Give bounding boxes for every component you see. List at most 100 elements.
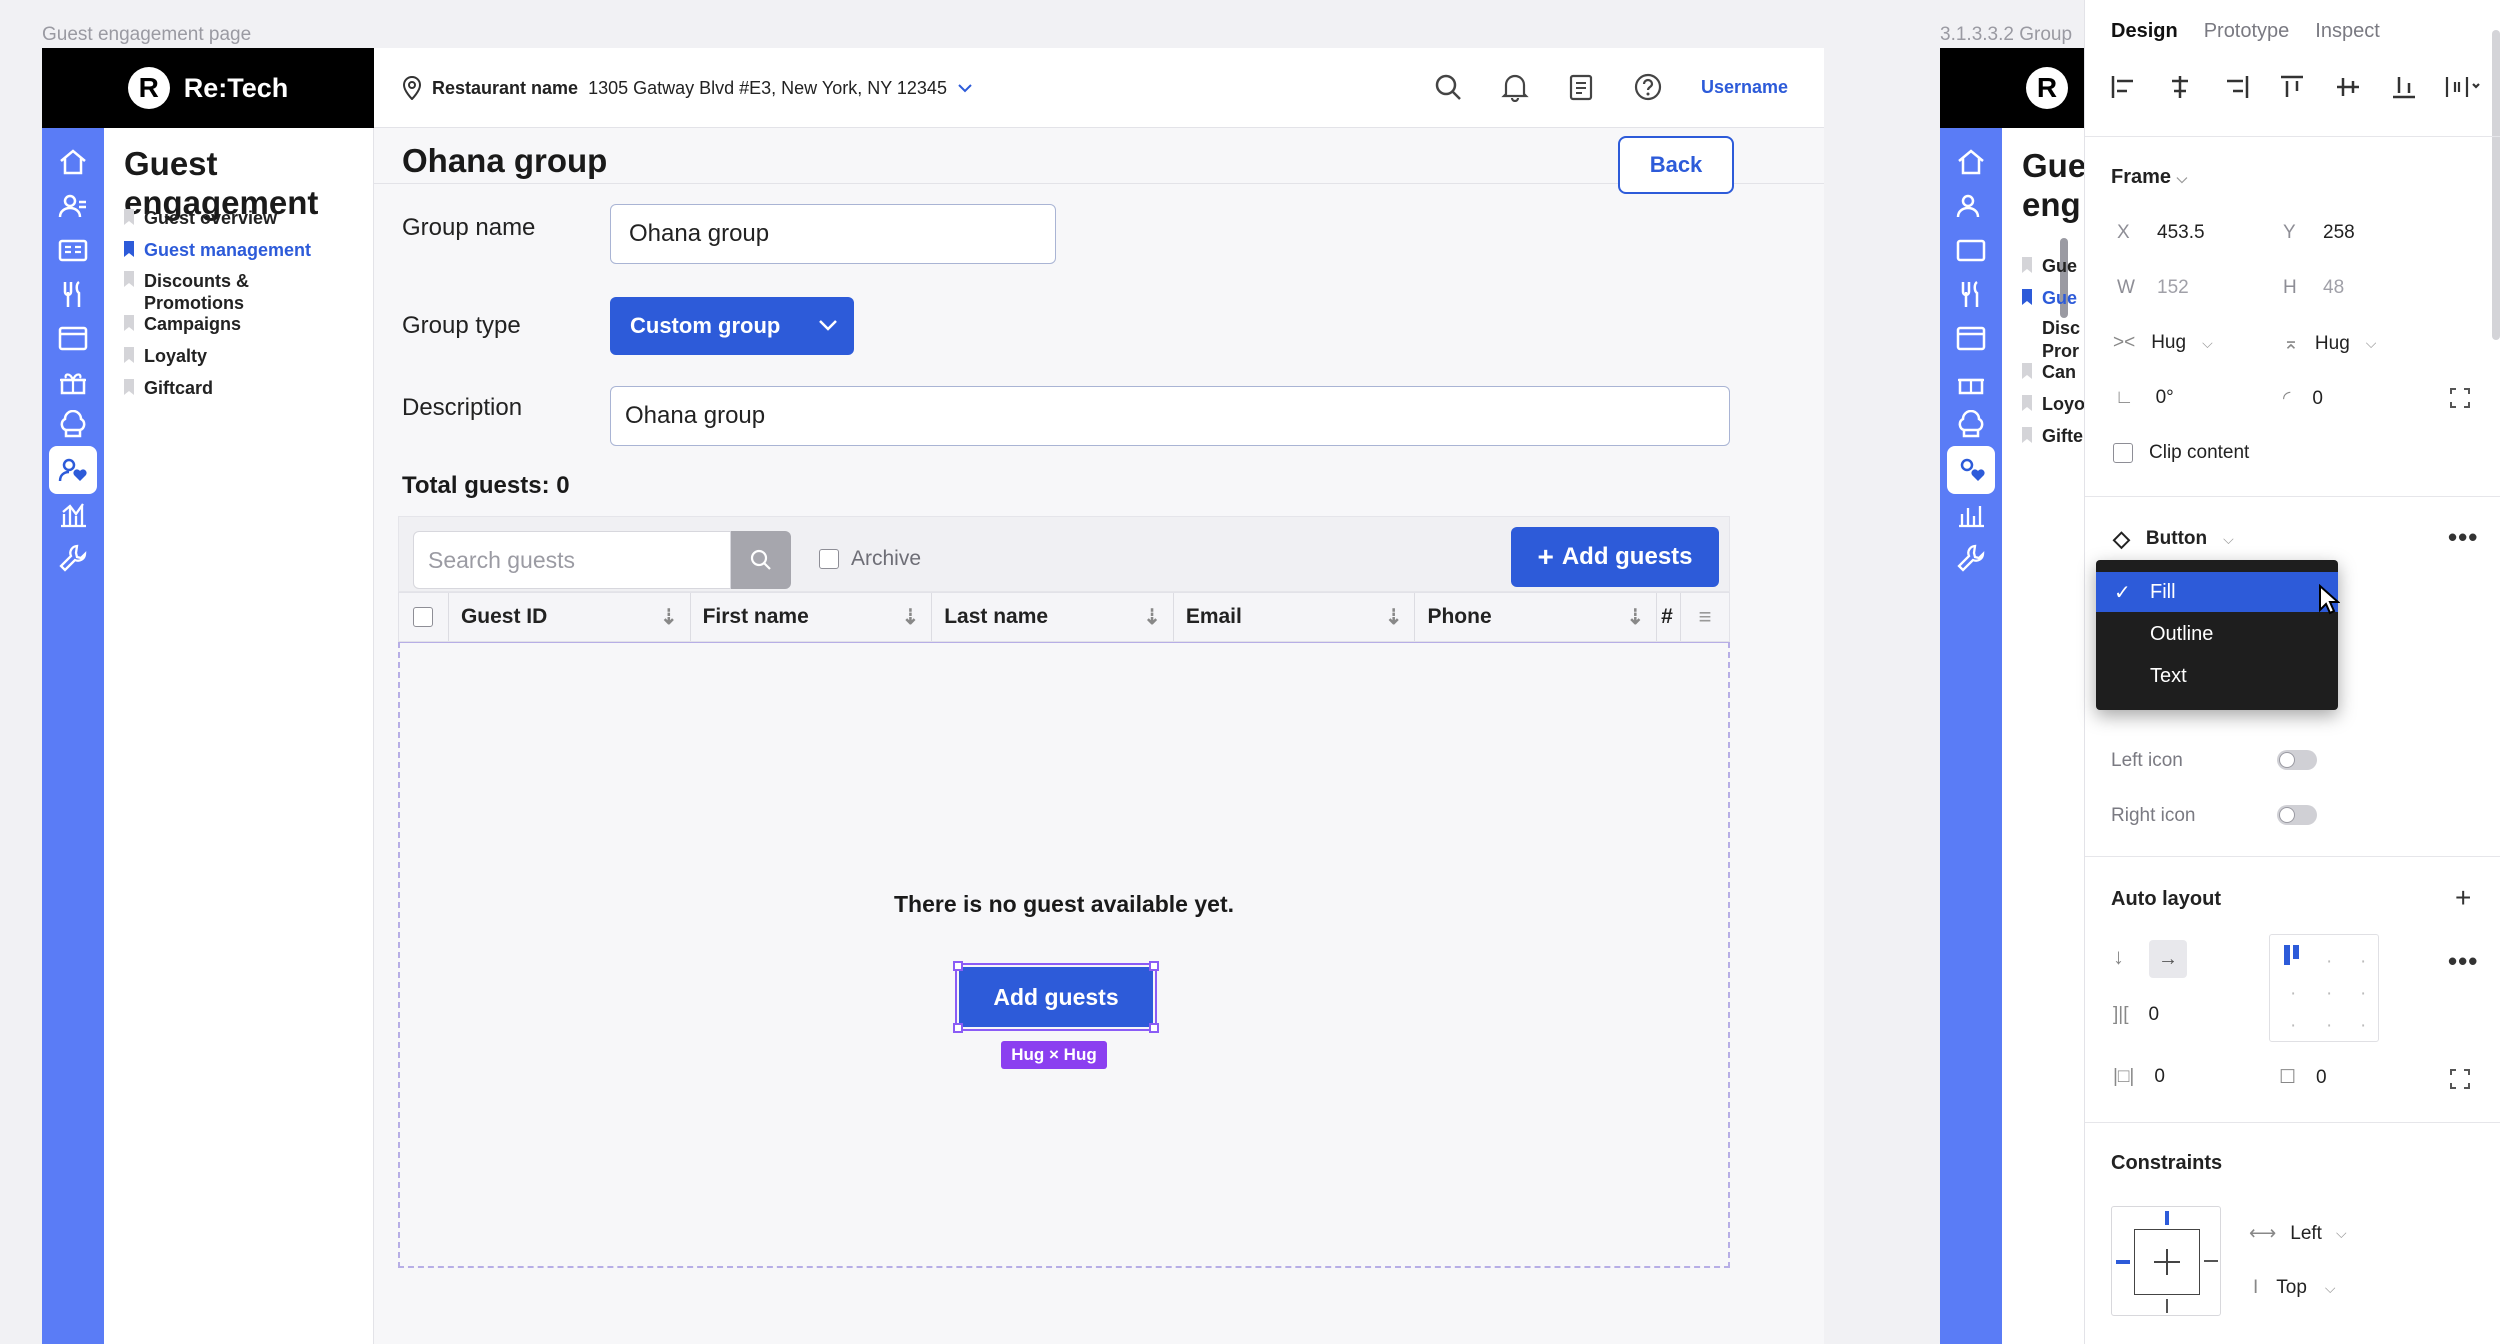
mouse-cursor-icon bbox=[2319, 584, 2340, 615]
variant-option-outline[interactable]: Outline bbox=[2096, 614, 2338, 654]
constraint-h-value: Left bbox=[2290, 1222, 2322, 1244]
direction-horizontal-icon[interactable]: → bbox=[2149, 940, 2187, 978]
sidebar-item-guest-management[interactable]: Guest management bbox=[124, 240, 311, 261]
restaurant-selector[interactable]: Restaurant name 1305 Gatway Blvd #E3, Ne… bbox=[402, 76, 973, 100]
add-guests-button[interactable]: + Add guests bbox=[1511, 527, 1719, 587]
constraint-left[interactable] bbox=[2116, 1260, 2130, 1264]
panel-scrollbar[interactable] bbox=[2492, 30, 2500, 340]
home-icon[interactable] bbox=[49, 138, 97, 186]
resize-handle[interactable] bbox=[953, 961, 963, 971]
right-icon-toggle[interactable] bbox=[2277, 805, 2317, 825]
padding-v-field[interactable]: ☐ 0 bbox=[2279, 1066, 2327, 1089]
add-guests-label: Add guests bbox=[1561, 543, 1693, 570]
search-button[interactable] bbox=[731, 531, 791, 589]
notes-icon[interactable] bbox=[1567, 72, 1595, 102]
gap-field[interactable]: ]|[0 bbox=[2113, 1004, 2159, 1026]
sidebar-item-guest-overview[interactable]: Guest overview bbox=[124, 208, 277, 229]
users-icon bbox=[1947, 182, 1995, 230]
column-last-name[interactable]: Last name ⇣ bbox=[932, 593, 1174, 641]
description-input[interactable]: Ohana group bbox=[610, 386, 1730, 446]
align-center-v-icon[interactable] bbox=[2331, 72, 2365, 102]
empty-add-guests-button[interactable]: Add guests bbox=[955, 963, 1157, 1031]
bell-icon[interactable] bbox=[1501, 72, 1529, 102]
constraint-right[interactable] bbox=[2204, 1260, 2218, 1262]
resize-handle[interactable] bbox=[953, 1023, 963, 1033]
width-sizing-select[interactable]: >< Hug ⌵ bbox=[2113, 332, 2213, 354]
tab-inspect[interactable]: Inspect bbox=[2315, 20, 2379, 43]
constraints-widget[interactable] bbox=[2111, 1206, 2221, 1316]
alignment-grid[interactable]: · · · · · · · · bbox=[2269, 934, 2379, 1042]
chart-icon[interactable] bbox=[49, 490, 97, 538]
select-all-checkbox[interactable] bbox=[399, 593, 449, 641]
group-name-input[interactable]: Ohana group bbox=[610, 204, 1056, 264]
column-email[interactable]: Email ⇣ bbox=[1174, 593, 1416, 641]
resize-handle[interactable] bbox=[1149, 1023, 1159, 1033]
clip-content-checkbox[interactable]: Clip content bbox=[2113, 442, 2249, 464]
tab-prototype[interactable]: Prototype bbox=[2204, 20, 2290, 43]
align-right-icon[interactable] bbox=[2219, 72, 2253, 102]
checkbox-box bbox=[413, 607, 434, 627]
search-guests-input[interactable]: Search guests bbox=[413, 531, 731, 589]
add-auto-layout-icon[interactable]: + bbox=[2455, 882, 2471, 914]
utensils-icon[interactable] bbox=[49, 270, 97, 318]
guest-heart-icon[interactable] bbox=[49, 446, 97, 494]
padding-v-value: 0 bbox=[2316, 1066, 2327, 1088]
column-label: # bbox=[1661, 605, 1673, 628]
id-card-icon[interactable] bbox=[49, 226, 97, 274]
sidebar-item-loyalty[interactable]: Loyalty bbox=[124, 346, 207, 367]
wrench-icon[interactable] bbox=[49, 534, 97, 582]
vertical-constraint-select[interactable]: I Top ⌵ bbox=[2253, 1277, 2336, 1299]
align-top-icon[interactable] bbox=[2275, 72, 2309, 102]
sidebar-item-discounts[interactable]: Discounts & Promotions bbox=[124, 270, 284, 314]
constraint-top[interactable] bbox=[2165, 1211, 2169, 1225]
column-guest-id[interactable]: Guest ID ⇣ bbox=[449, 593, 691, 641]
sidebar-item-fragment: Gifte bbox=[2022, 426, 2083, 447]
column-label: Phone bbox=[1427, 605, 1492, 628]
users-icon[interactable] bbox=[49, 182, 97, 230]
icon-rail bbox=[42, 128, 104, 1344]
align-center-h-icon[interactable] bbox=[2163, 72, 2197, 102]
padding-h-field[interactable]: |□| 0 bbox=[2113, 1066, 2165, 1088]
guest-engagement-frame: R Re:Tech Restaurant name 1305 Gatway Bl… bbox=[42, 48, 1824, 1344]
auto-layout-options-icon[interactable]: ••• bbox=[2448, 946, 2478, 977]
column-phone[interactable]: Phone ⇣ bbox=[1415, 593, 1658, 641]
sidebar-item-campaigns[interactable]: Campaigns bbox=[124, 314, 241, 335]
variant-option-fill[interactable]: ✓ Fill bbox=[2096, 572, 2338, 612]
align-left-icon[interactable] bbox=[2107, 72, 2141, 102]
independent-corners-icon[interactable] bbox=[2449, 387, 2471, 409]
horizontal-constraint-select[interactable]: ⟷ Left ⌵ bbox=[2249, 1222, 2347, 1245]
distribute-icon[interactable] bbox=[2443, 72, 2483, 102]
independent-padding-icon[interactable] bbox=[2449, 1068, 2471, 1090]
constraint-bottom[interactable] bbox=[2166, 1299, 2168, 1313]
tab-design[interactable]: Design bbox=[2111, 20, 2178, 43]
brand-logo[interactable]: R Re:Tech bbox=[42, 48, 374, 128]
browser-icon[interactable] bbox=[49, 314, 97, 362]
archive-checkbox[interactable]: Archive bbox=[819, 547, 921, 571]
w-field[interactable]: W 152 bbox=[2117, 277, 2189, 299]
back-button[interactable]: Back bbox=[1618, 136, 1734, 194]
h-field[interactable]: H 48 bbox=[2283, 277, 2344, 299]
y-field[interactable]: Y 258 bbox=[2283, 222, 2355, 244]
component-header[interactable]: ◇ Button ⌵ bbox=[2113, 526, 2234, 552]
search-icon[interactable] bbox=[1433, 72, 1463, 102]
more-options-icon[interactable]: ••• bbox=[2448, 522, 2478, 553]
height-sizing-select[interactable]: ⌅ Hug ⌵ bbox=[2283, 332, 2376, 355]
left-icon-toggle[interactable] bbox=[2277, 750, 2317, 770]
variant-option-text[interactable]: Text bbox=[2096, 656, 2338, 696]
radius-field[interactable]: ◜ 0 bbox=[2283, 387, 2323, 410]
column-hash[interactable]: # bbox=[1657, 593, 1682, 641]
column-menu-icon[interactable]: ≡ bbox=[1681, 593, 1729, 641]
frame-section-title[interactable]: Frame ⌵ bbox=[2111, 166, 2187, 189]
resize-handle[interactable] bbox=[1149, 961, 1159, 971]
align-bottom-icon[interactable] bbox=[2387, 72, 2421, 102]
chef-hat-icon[interactable] bbox=[49, 402, 97, 450]
column-first-name[interactable]: First name ⇣ bbox=[691, 593, 933, 641]
rotation-field[interactable]: ∟ 0° bbox=[2115, 387, 2174, 409]
x-field[interactable]: X 453.5 bbox=[2117, 222, 2205, 244]
help-icon[interactable] bbox=[1633, 72, 1663, 102]
gift-box-icon[interactable] bbox=[49, 358, 97, 406]
group-type-select[interactable]: Custom group bbox=[610, 297, 854, 355]
sidebar-item-giftcard[interactable]: Giftcard bbox=[124, 378, 213, 399]
direction-vertical-icon[interactable]: ↓ bbox=[2113, 944, 2124, 970]
username-link[interactable]: Username bbox=[1701, 77, 1788, 98]
